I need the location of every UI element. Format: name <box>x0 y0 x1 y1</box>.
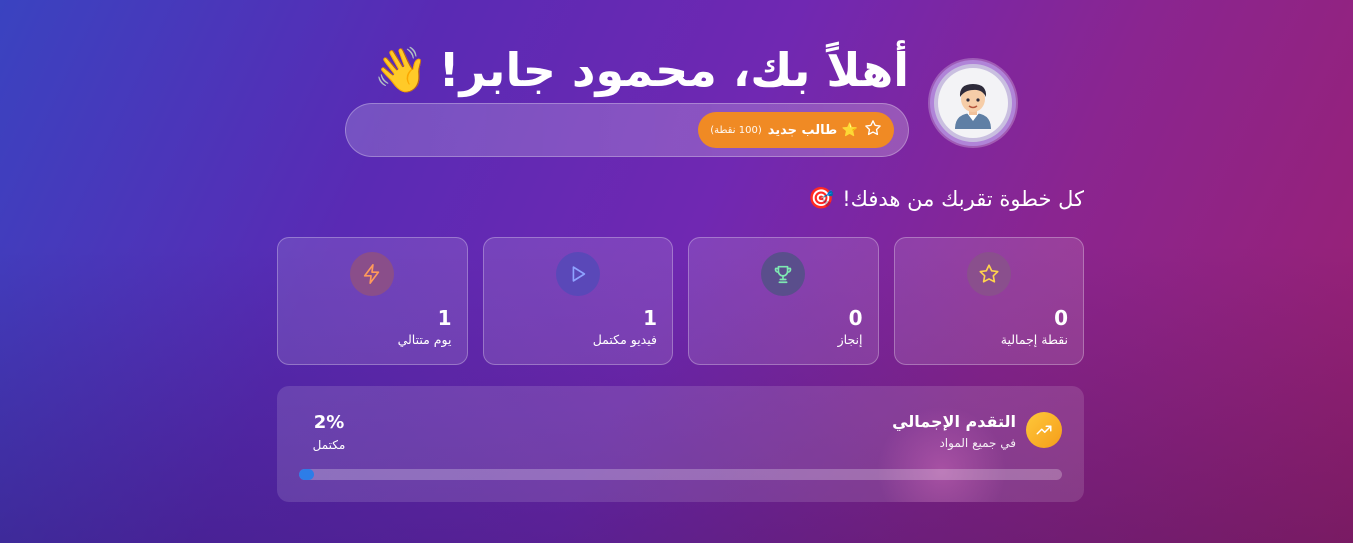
stat-label: إنجاز <box>837 332 863 347</box>
star-icon <box>966 252 1011 296</box>
welcome-heading: أهلاً بك، محمود جابر! 👋 <box>374 38 909 102</box>
trending-up-icon <box>1026 412 1062 448</box>
stat-value: 0 <box>1054 306 1068 330</box>
level-title: ⭐ طالب جديد <box>767 122 858 138</box>
progress-title: التقدم الإجمالي <box>892 412 1016 431</box>
avatar-boy-icon <box>938 68 1008 138</box>
overall-progress-panel: التقدم الإجمالي في جميع المواد 2% مكتمل <box>277 386 1084 502</box>
stat-label: نقطة إجمالية <box>1000 332 1068 347</box>
play-icon <box>555 252 600 296</box>
motivation-tagline: كل خطوة تقربك من هدفك! 🎯 <box>808 186 1084 211</box>
level-badge[interactable]: ⭐ طالب جديد (100 نقطة) <box>698 112 894 148</box>
wave-icon: 👋 <box>373 45 429 96</box>
avatar[interactable] <box>930 60 1016 146</box>
stat-card-streak[interactable]: 1 يوم متتالي <box>277 237 468 365</box>
stat-label: يوم متتالي <box>397 332 452 347</box>
welcome-text: أهلاً بك، محمود جابر! <box>438 43 909 97</box>
star-outline-icon <box>864 119 882 141</box>
stat-card-total-points[interactable]: 0 نقطة إجمالية <box>893 237 1084 365</box>
target-icon: 🎯 <box>808 186 835 210</box>
bolt-icon <box>350 252 395 296</box>
stats-cards: 0 نقطة إجمالية 0 إنجاز 1 فيديو مكتمل 1 ي… <box>277 237 1084 365</box>
stat-label: فيديو مكتمل <box>592 332 657 347</box>
progress-track <box>299 469 1062 480</box>
stat-value: 1 <box>437 306 452 330</box>
tagline-text: كل خطوة تقربك من هدفك! <box>842 186 1084 211</box>
dashboard-welcome: أهلاً بك، محمود جابر! 👋 ⭐ طالب جديد (100… <box>277 0 1084 543</box>
stat-card-achievements[interactable]: 0 إنجاز <box>688 237 879 365</box>
progress-subtitle: في جميع المواد <box>939 436 1016 450</box>
level-points: (100 نقطة) <box>710 124 762 136</box>
level-bar: ⭐ طالب جديد (100 نقطة) <box>345 103 909 157</box>
progress-percent: 2% <box>313 412 345 433</box>
stat-value: 0 <box>848 306 863 330</box>
stat-card-videos[interactable]: 1 فيديو مكتمل <box>482 237 673 365</box>
progress-status: مكتمل <box>312 438 346 452</box>
progress-fill <box>299 469 315 480</box>
trophy-icon <box>761 252 806 296</box>
stat-value: 1 <box>643 306 657 330</box>
